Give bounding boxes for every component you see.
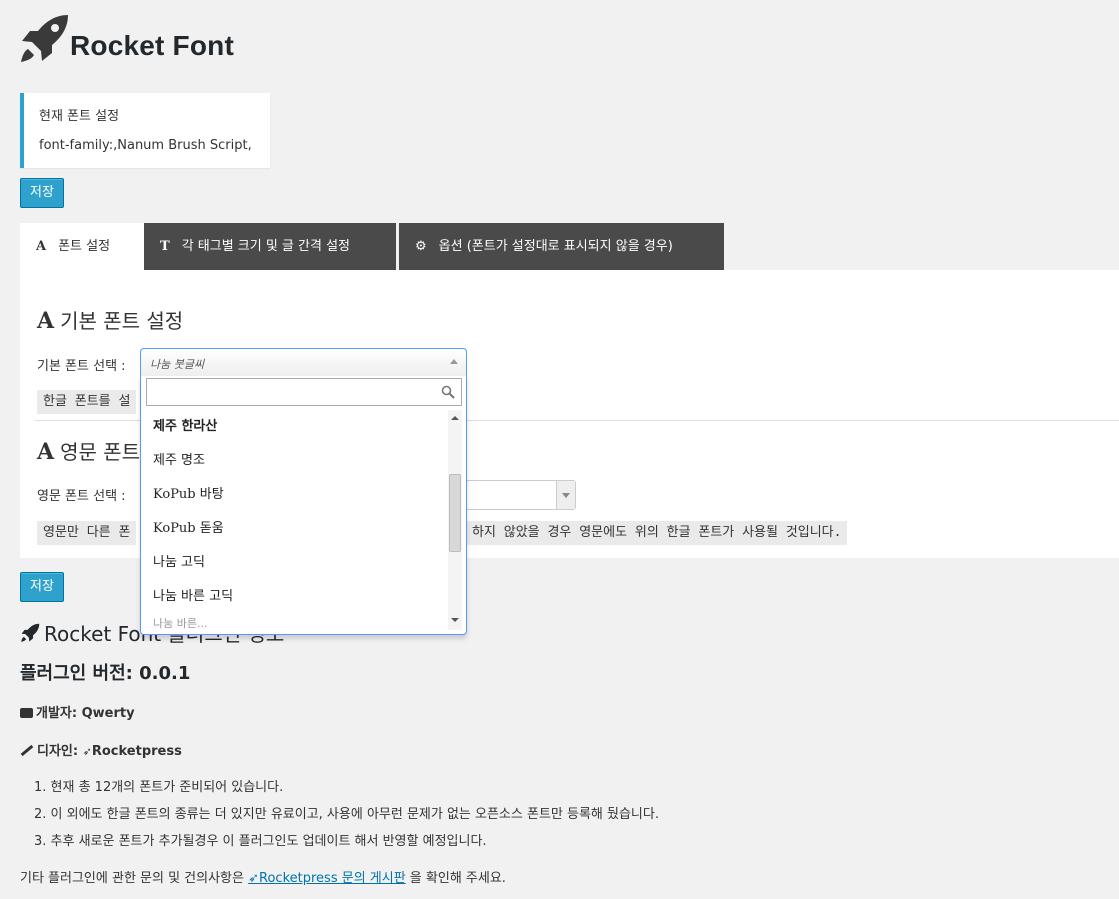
scroll-up-icon[interactable]: [451, 416, 459, 420]
designer-info: 디자인: ➶Rocketpress: [20, 740, 182, 759]
font-option[interactable]: 나눔 바른 고딕: [141, 580, 446, 614]
base-font-label: 기본 폰트 선택 :: [37, 359, 126, 374]
list-item: 2. 이 외에도 한글 폰트의 종류는 더 있지만 유료이고, 사용에 아무런 …: [34, 807, 659, 822]
font-dropdown-list: 제주 한라산 제주 명조 KoPub 바탕 KoPub 돋움 나눔 고딕 나눔 …: [140, 376, 467, 635]
current-font-notice: 현재 폰트 설정 font-family:,Nanum Brush Script…: [20, 93, 270, 168]
current-font-value: font-family:,Nanum Brush Script,: [39, 138, 252, 153]
tab-label: 옵션 (폰트가 설정대로 표시되지 않을 경우): [438, 239, 673, 254]
english-font-label: 영문 폰트 선택 :: [37, 489, 126, 504]
save-button-bottom[interactable]: 저장: [20, 572, 64, 602]
font-option[interactable]: 제주 한라산: [141, 410, 446, 444]
briefcase-icon: [20, 708, 33, 718]
gear-icon: ⚙: [415, 239, 427, 254]
font-option[interactable]: 나눔 고딕: [141, 546, 446, 580]
current-font-title: 현재 폰트 설정: [39, 109, 120, 124]
english-font-hint-right: 하지 않았을 경우 영문에도 위의 한글 폰트가 사용될 것입니다.: [466, 521, 848, 545]
app-title: Rocket Font: [70, 30, 234, 61]
base-font-hint: 한글 폰트를 설: [37, 390, 137, 414]
english-font-hint-left: 영문만 다른 폰: [37, 521, 137, 545]
footer-text: 기타 플러그인에 관한 문의 및 건의사항은 ➶Rocketpress 문의 게…: [20, 871, 506, 886]
save-button-top[interactable]: 저장: [20, 178, 64, 208]
plugin-version: 플러그인 버전: 0.0.1: [20, 663, 191, 684]
scroll-down-icon[interactable]: [451, 618, 459, 622]
tab-label: 폰트 설정: [58, 239, 111, 254]
rocket-icon: ➶: [248, 871, 260, 886]
rocketpress-board-link[interactable]: ➶Rocketpress 문의 게시판: [248, 871, 406, 886]
font-a-icon: A: [36, 239, 47, 254]
list-item: 3. 추후 새로운 폰트가 추가될경우 이 플러그인도 업데이트 해서 반영할 …: [34, 834, 487, 849]
selected-font: 나눔 붓글씨: [150, 358, 205, 371]
font-a-icon: A: [37, 308, 55, 334]
font-option[interactable]: 나눔 바른...: [141, 614, 446, 632]
scrollbar-thumb[interactable]: [449, 474, 461, 552]
tab-font-settings[interactable]: A 폰트 설정: [20, 223, 144, 270]
base-font-select[interactable]: 나눔 붓글씨: [140, 348, 467, 376]
list-item: 1. 현재 총 12개의 폰트가 준비되어 있습니다.: [34, 780, 284, 795]
notes-list: 1. 현재 총 12개의 폰트가 준비되어 있습니다. 2. 이 외에도 한글 …: [34, 778, 659, 859]
base-font-heading: A 기본 폰트 설정: [37, 308, 184, 334]
dropdown-scrollbar[interactable]: [448, 410, 462, 630]
tab-size-spacing[interactable]: T 각 태그별 크기 및 글 간격 설정: [144, 223, 396, 270]
chevron-down-icon: [556, 481, 575, 509]
developer-info: 개발자: Qwerty: [20, 702, 135, 721]
brush-icon: [20, 744, 34, 757]
font-a-icon: A: [37, 439, 55, 465]
font-option[interactable]: KoPub 돋움: [141, 512, 446, 546]
font-search-input[interactable]: [146, 378, 462, 406]
font-option[interactable]: KoPub 바탕: [141, 478, 446, 512]
rocket-icon: [21, 623, 40, 642]
rocket-icon: ➶: [82, 745, 92, 758]
text-size-icon: T: [160, 239, 170, 254]
font-option[interactable]: 제주 명조: [141, 444, 446, 478]
search-icon: [441, 385, 455, 399]
tab-options[interactable]: ⚙ 옵션 (폰트가 설정대로 표시되지 않을 경우): [399, 223, 724, 270]
rocket-logo-icon: [21, 15, 68, 62]
english-font-heading: A 영문 폰트: [37, 439, 141, 465]
chevron-up-icon: [450, 359, 458, 364]
font-options: 제주 한라산 제주 명조 KoPub 바탕 KoPub 돋움 나눔 고딕 나눔 …: [141, 410, 446, 632]
tab-label: 각 태그별 크기 및 글 간격 설정: [181, 239, 351, 254]
